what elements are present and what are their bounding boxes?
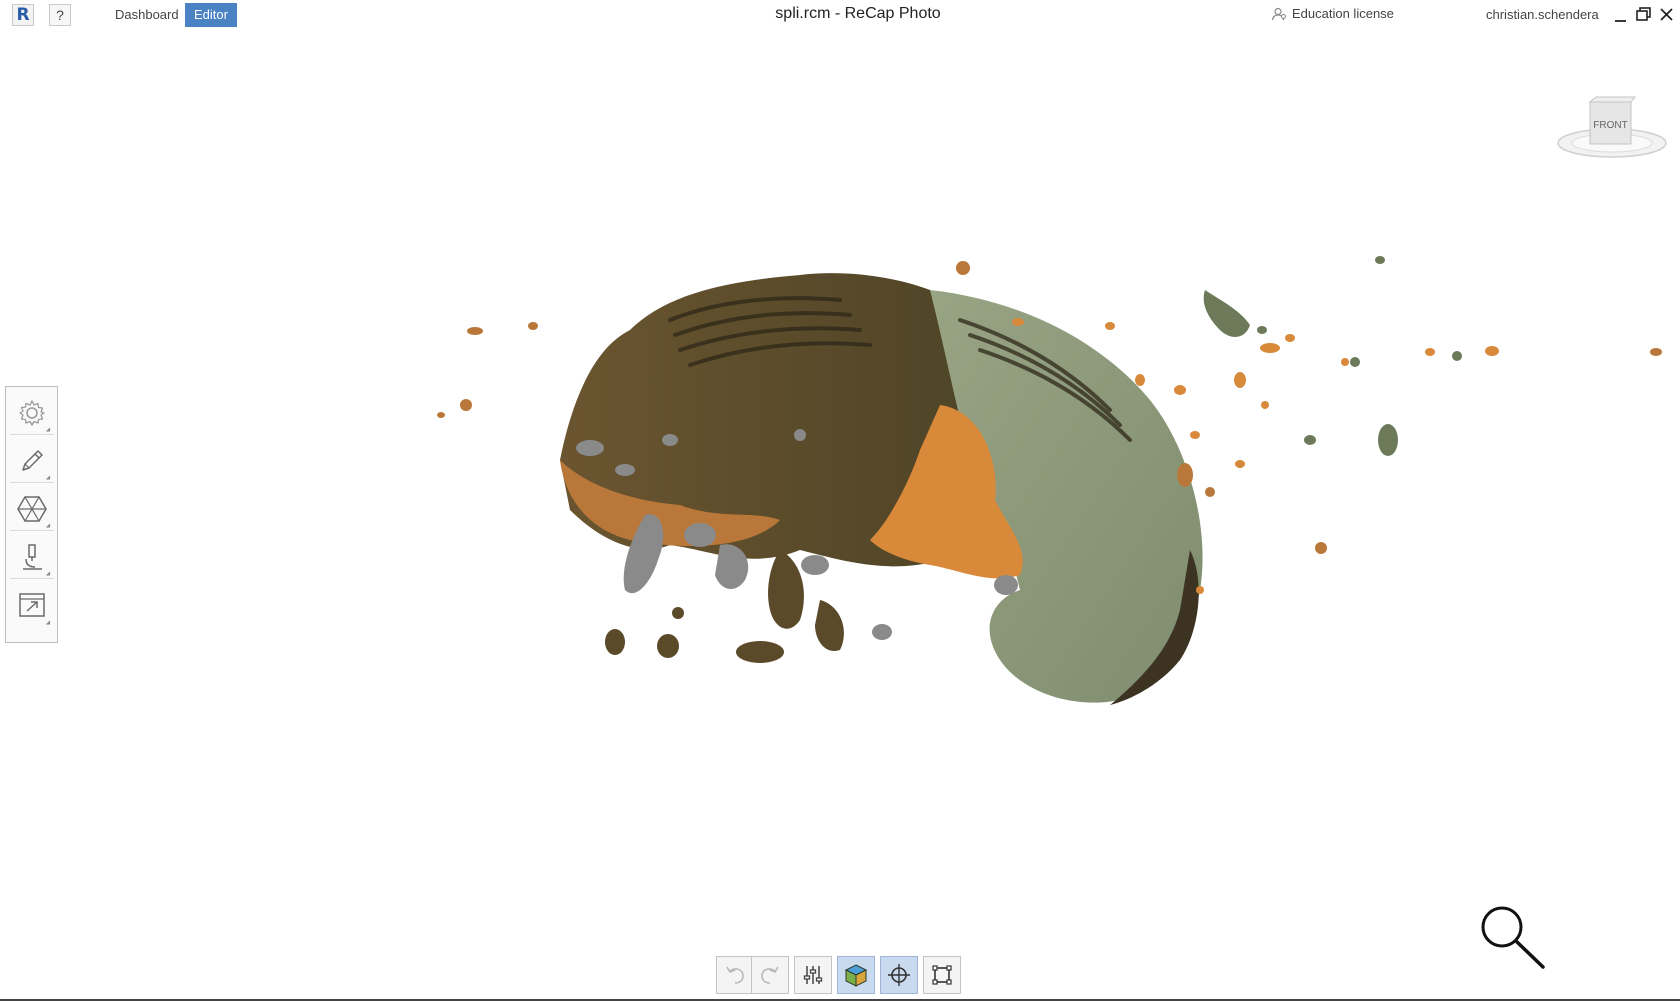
3d-viewport[interactable]: FRONT [0,30,1680,997]
export-icon [19,593,45,617]
settings-tool-button[interactable] [10,391,54,435]
microscope-icon [23,543,42,570]
pencil-icon [22,449,43,471]
gear-icon [19,399,45,426]
redo-icon [761,966,779,984]
close-button[interactable] [1657,4,1677,26]
crop-box-icon [932,965,952,985]
undo-icon [726,966,744,984]
title-bar: R ? Dashboard Editor spli.rcm - ReCap Ph… [0,0,1680,30]
restore-icon [1636,7,1651,21]
redo-button[interactable] [751,956,789,994]
undo-button[interactable] [716,956,754,994]
window-title: spli.rcm - ReCap Photo [775,5,941,22]
render-mode-button[interactable] [837,956,875,994]
hexagon-mesh-icon [17,495,47,522]
display-settings-button[interactable] [794,956,832,994]
export-tool-button[interactable] [10,583,54,627]
photogrammetry-mesh-model [437,256,1662,705]
view-cube-face-label: FRONT [1593,120,1627,131]
sliders-icon [803,966,823,984]
crop-box-button[interactable] [923,956,961,994]
restore-button[interactable] [1634,4,1654,26]
license-label: Education license [1292,6,1394,21]
left-toolbar [5,386,58,643]
mesh-tool-button[interactable] [10,487,54,531]
textured-cube-icon [844,964,868,987]
navigation-button[interactable] [880,956,918,994]
education-license[interactable]: Education license [1271,6,1394,21]
license-user-icon [1271,7,1286,20]
search-icon[interactable] [1478,905,1546,969]
minimize-icon [1615,20,1626,22]
view-cube[interactable]: FRONT [1555,96,1670,164]
minimize-button[interactable] [1611,4,1631,26]
analyze-tool-button[interactable] [10,535,54,579]
user-name[interactable]: christian.schendera [1486,7,1599,22]
edit-tool-button[interactable] [10,439,54,483]
close-icon [1660,8,1673,21]
crosshair-icon [888,964,910,986]
